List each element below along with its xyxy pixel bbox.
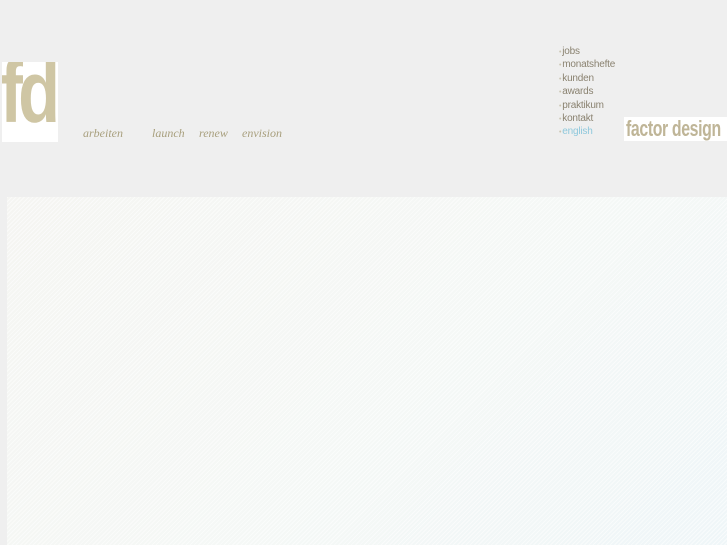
side-nav: •jobs •monatshefte •kunden •awards •prak… [559,45,615,139]
side-nav-kontakt[interactable]: •kontakt [559,112,615,125]
side-nav-label: jobs [562,46,580,57]
bullet-icon: • [559,129,562,137]
wordmark-text: factor design [626,117,721,141]
side-nav-praktikum[interactable]: •praktikum [559,99,615,112]
bullet-icon: • [559,89,562,97]
bullet-icon: • [559,49,562,56]
side-nav-awards[interactable]: •awards [559,85,615,98]
side-nav-label: kunden [562,72,594,84]
nav-link-envision[interactable]: envision [242,126,282,141]
logo-text: fd [2,62,58,141]
side-nav-kunden[interactable]: •kunden [559,72,615,85]
side-nav-label: kontakt [562,112,594,124]
side-nav-monatshefte[interactable]: •monatshefte [559,58,615,71]
bullet-icon: • [559,102,562,110]
factor-design-wordmark[interactable]: factor design [624,117,727,141]
side-nav-label: monatshefte [562,59,616,71]
nav-link-renew[interactable]: renew [199,126,228,141]
nav-link-launch[interactable]: launch [152,126,185,141]
bullet-icon: • [559,115,562,123]
side-nav-label: english [562,126,593,138]
bullet-icon: • [559,75,562,83]
nav-link-arbeiten[interactable]: arbeiten [83,126,123,141]
bullet-icon: • [559,62,562,70]
side-nav-jobs[interactable]: •jobs [559,45,615,58]
side-nav-label: praktikum [562,99,604,111]
fd-logo[interactable]: fd [2,62,58,142]
content-area [7,197,727,545]
language-switch-english[interactable]: •english [559,125,615,138]
side-nav-label: awards [562,86,594,98]
